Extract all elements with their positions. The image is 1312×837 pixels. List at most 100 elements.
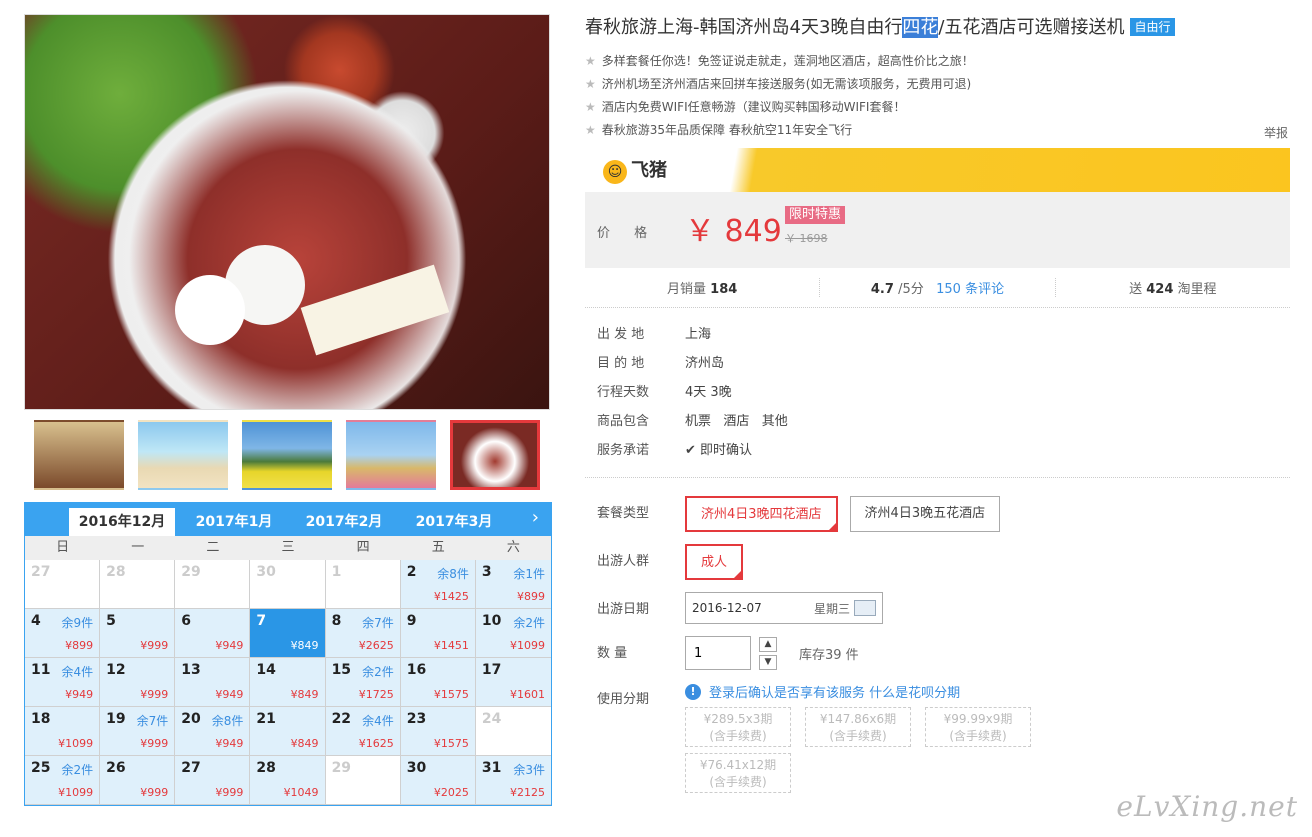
installment-area: ! 登录后确认是否享有该服务 什么是花呗分期 ¥289.5x3期 (含手续费) ¥1… bbox=[685, 682, 1045, 793]
calendar-day[interactable]: 13 ¥949 bbox=[175, 658, 251, 707]
day-price: ¥999 bbox=[140, 786, 169, 799]
plan-amount: ¥76.41x12期 bbox=[699, 758, 777, 772]
feature-item: ★ 济州机场至济州酒店来回拼车接送服务(如无需该项服务，无费用可退) bbox=[585, 73, 1290, 96]
calendar-day[interactable]: 11 余4件 ¥949 bbox=[25, 658, 101, 707]
thumbnail-4[interactable] bbox=[346, 420, 436, 490]
people-row: 出游人群 成人 bbox=[585, 544, 1290, 580]
calendar-day[interactable]: 3 余1件 ¥899 bbox=[475, 560, 551, 609]
thumbnail-3[interactable] bbox=[242, 420, 332, 490]
calendar-day[interactable]: 28 ¥1049 bbox=[250, 756, 326, 805]
plan-option[interactable]: ¥76.41x12期 (含手续费) bbox=[685, 753, 791, 793]
calendar-day[interactable]: 22 余4件 ¥1625 bbox=[325, 707, 401, 756]
thumbnail-1[interactable] bbox=[34, 420, 124, 490]
day-price: ¥849 bbox=[290, 639, 319, 652]
package-option-b[interactable]: 济州4日3晚五花酒店 bbox=[849, 496, 1001, 532]
date-picker[interactable]: 2016-12-07 星期三 bbox=[685, 592, 883, 624]
mileage: 送 424 淘里程 bbox=[1056, 278, 1290, 297]
sales-value: 184 bbox=[710, 282, 738, 297]
plan-option[interactable]: ¥147.86x6期 (含手续费) bbox=[805, 707, 911, 747]
day-number: 28 bbox=[256, 760, 276, 776]
title-text: 春秋旅游上海-韩国济州岛4天3晚自由行 bbox=[585, 17, 903, 38]
info-key: 出 发 地 bbox=[597, 327, 645, 342]
feature-text: 酒店内免费WIFI任意畅游（建议购买韩国移动WIFI套餐！ bbox=[601, 100, 906, 114]
rating-suffix: /5分 bbox=[898, 282, 924, 297]
day-stock: 余2件 bbox=[61, 763, 94, 777]
calendar-day[interactable]: 31 余3件 ¥2125 bbox=[475, 756, 551, 805]
day-stock: 余4件 bbox=[362, 714, 394, 728]
package-label: 套餐类型 bbox=[597, 506, 650, 521]
calendar-day[interactable]: 8 余7件 ¥2625 bbox=[325, 609, 401, 658]
calendar-day[interactable]: 9 ¥1451 bbox=[400, 609, 476, 658]
day-number: 20 bbox=[181, 711, 201, 727]
day-number: 31 bbox=[481, 760, 502, 776]
calendar-day[interactable]: 17 ¥1601 bbox=[475, 658, 551, 707]
day-price: ¥949 bbox=[215, 688, 244, 701]
month-tab[interactable]: 2017年3月 bbox=[403, 508, 505, 536]
increment-icon[interactable]: ▲ bbox=[759, 636, 777, 652]
day-price: ¥2025 bbox=[433, 786, 469, 799]
calendar-day[interactable]: 27 ¥999 bbox=[175, 756, 251, 805]
calendar-day[interactable]: 20 余8件 ¥949 bbox=[175, 707, 251, 756]
calendar-month-tabs: 2016年12月 2017年1月 2017年2月 2017年3月 › bbox=[25, 503, 551, 536]
calendar-day[interactable]: 7 ¥849 bbox=[250, 609, 326, 658]
day-number: 8 bbox=[331, 613, 342, 629]
mileage-value: 424 bbox=[1146, 282, 1174, 297]
day-stock: 余9件 bbox=[61, 616, 94, 630]
mileage-prefix: 送 bbox=[1129, 282, 1143, 297]
gallery-calendar-column: 2016年12月 2017年1月 2017年2月 2017年3月 › 日 一 二 三 四… bbox=[24, 14, 552, 806]
chevron-right-icon[interactable]: › bbox=[532, 507, 539, 528]
calendar-day[interactable]: 5 ¥999 bbox=[100, 609, 176, 658]
calendar-day[interactable]: 26 ¥999 bbox=[100, 756, 176, 805]
quantity-input[interactable] bbox=[685, 636, 751, 670]
calendar-day[interactable]: 21 ¥849 bbox=[250, 707, 326, 756]
calendar-day[interactable]: 23 ¥1575 bbox=[400, 707, 476, 756]
monthly-sales: 月销量 184 bbox=[585, 278, 821, 297]
day-price: ¥1049 bbox=[283, 786, 319, 799]
day-price: ¥1575 bbox=[433, 737, 469, 750]
calendar-icon[interactable] bbox=[854, 600, 876, 616]
package-option-a[interactable]: 济州4日3晚四花酒店 bbox=[685, 496, 838, 532]
month-tab[interactable]: 2017年1月 bbox=[183, 508, 285, 536]
day-stock: 余7件 bbox=[136, 714, 169, 728]
calendar-day[interactable]: 14 ¥849 bbox=[250, 658, 326, 707]
calendar-day[interactable]: 6 ¥949 bbox=[175, 609, 251, 658]
calendar-day: 30 bbox=[250, 560, 326, 609]
calendar-day[interactable]: 18 ¥1099 bbox=[25, 707, 101, 756]
info-value: ✔ 即时确认 bbox=[685, 439, 752, 458]
title-highlight: 四花 bbox=[902, 17, 939, 38]
plan-option[interactable]: ¥289.5x3期 (含手续费) bbox=[685, 707, 791, 747]
day-number: 29 bbox=[331, 760, 352, 776]
day-number: 29 bbox=[181, 564, 201, 580]
huabei-link[interactable]: 什么是花呗分期 bbox=[869, 682, 960, 701]
thumbnail-5[interactable] bbox=[450, 420, 540, 490]
plan-option[interactable]: ¥99.99x9期 (含手续费) bbox=[925, 707, 1031, 747]
info-icon: ! bbox=[685, 683, 701, 700]
calendar-day[interactable]: 12 ¥999 bbox=[100, 658, 176, 707]
calendar-day[interactable]: 15 余2件 ¥1725 bbox=[325, 658, 401, 707]
info-row: 出 发 地 上海 bbox=[585, 318, 1290, 347]
day-stock: 余1件 bbox=[513, 567, 545, 581]
day-number: 24 bbox=[481, 711, 502, 727]
calendar-day[interactable]: 4 余9件 ¥899 bbox=[25, 609, 101, 658]
calendar-day[interactable]: 30 ¥2025 bbox=[400, 756, 476, 805]
plan-fee: (含手续费) bbox=[709, 775, 767, 789]
brand-banner: ☺ 飞猪 bbox=[585, 148, 1290, 192]
month-tab[interactable]: 2016年12月 bbox=[69, 508, 175, 536]
day-price: ¥1575 bbox=[433, 688, 469, 701]
calendar-day[interactable]: 2 余8件 ¥1425 bbox=[400, 560, 476, 609]
calendar-day[interactable]: 19 余7件 ¥999 bbox=[100, 707, 176, 756]
month-tab[interactable]: 2017年2月 bbox=[293, 508, 395, 536]
plan-fee: (含手续费) bbox=[949, 729, 1007, 743]
calendar-day[interactable]: 25 余2件 ¥1099 bbox=[25, 756, 101, 805]
reviews-link[interactable]: 150 条评论 bbox=[936, 282, 1004, 297]
calendar-day[interactable]: 10 余2件 ¥1099 bbox=[475, 609, 551, 658]
day-price: ¥999 bbox=[140, 639, 169, 652]
report-link[interactable]: 举报 bbox=[1264, 124, 1288, 141]
day-stock: 余7件 bbox=[362, 616, 394, 630]
calendar-day[interactable]: 16 ¥1575 bbox=[400, 658, 476, 707]
decrement-icon[interactable]: ▼ bbox=[759, 654, 777, 670]
installment-tip-text[interactable]: 登录后确认是否享有该服务 bbox=[709, 682, 865, 701]
thumbnail-2[interactable] bbox=[138, 420, 228, 490]
people-option-adult[interactable]: 成人 bbox=[685, 544, 744, 580]
date-label: 出游日期 bbox=[597, 602, 650, 617]
